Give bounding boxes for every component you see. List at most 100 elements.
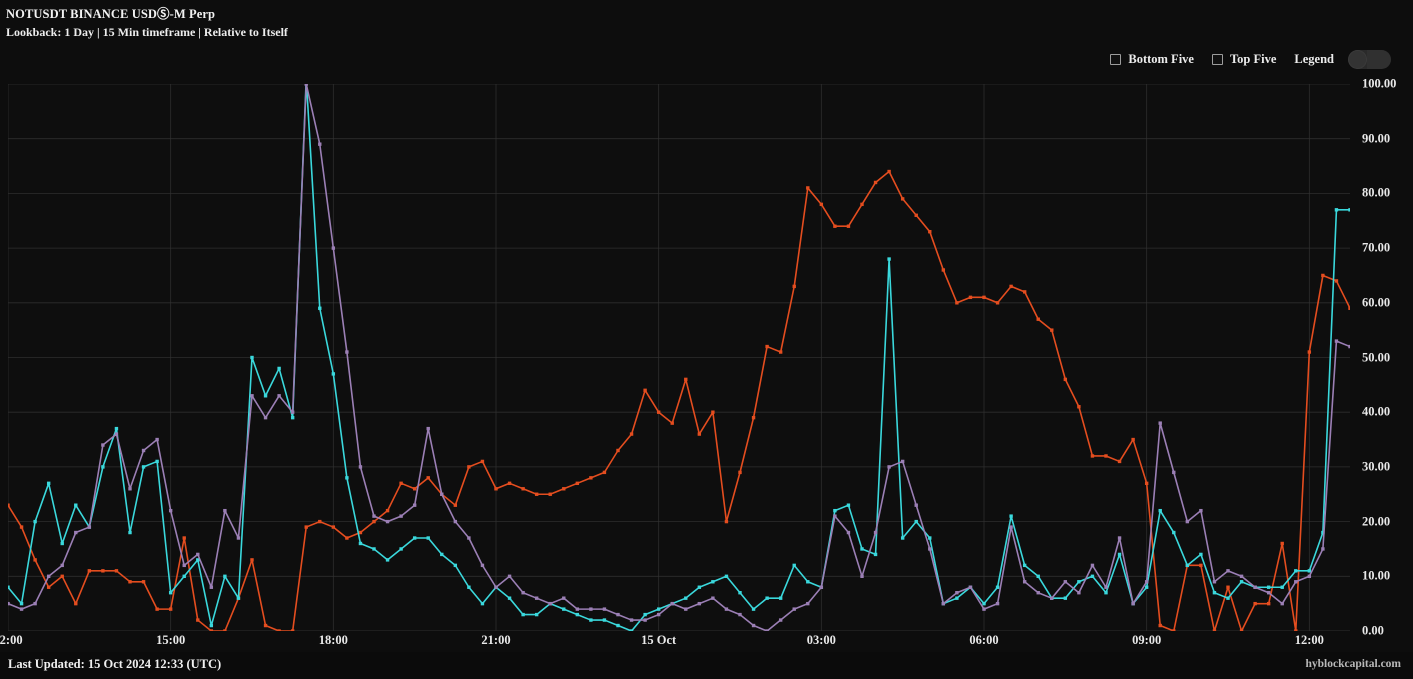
data-point (995, 301, 1000, 305)
data-point (1266, 601, 1271, 606)
data-point (168, 508, 173, 513)
data-point (412, 503, 417, 507)
x-tick-label: 12:00 (1294, 633, 1324, 647)
data-point (74, 503, 78, 507)
data-point (860, 547, 864, 551)
toggle-knob (1348, 49, 1367, 69)
data-point (290, 415, 295, 420)
data-point (277, 366, 281, 371)
data-point (1185, 563, 1190, 568)
data-point (602, 607, 607, 611)
data-point (1199, 552, 1203, 557)
data-point (602, 618, 607, 622)
data-point (453, 519, 458, 524)
top-five-control[interactable]: Top Five (1211, 52, 1276, 67)
data-point (1117, 552, 1122, 557)
data-point (1158, 508, 1162, 513)
data-point (1226, 585, 1230, 589)
top-five-checkbox[interactable] (1211, 53, 1223, 65)
data-point (860, 202, 864, 207)
data-point (412, 536, 417, 540)
data-point (33, 558, 37, 562)
data-point (887, 169, 891, 174)
data-point (168, 607, 173, 611)
data-point (534, 596, 539, 600)
data-point (562, 487, 566, 491)
data-point (616, 448, 620, 453)
data-point (467, 585, 471, 589)
y-tick-label: 30.00 (1362, 459, 1391, 474)
data-point (209, 629, 214, 631)
data-point (358, 530, 363, 535)
data-point (223, 574, 227, 578)
data-point (684, 377, 688, 382)
data-point (873, 552, 878, 557)
data-point (209, 585, 214, 589)
page-title: NOTUSDT BINANCE USDⓈ-M Perp (6, 7, 216, 21)
data-point (928, 547, 932, 551)
data-point (656, 612, 661, 617)
data-point (74, 530, 78, 535)
data-point (155, 437, 159, 442)
plot-area[interactable] (8, 84, 1350, 631)
data-point (1063, 596, 1068, 600)
data-point (521, 487, 525, 491)
data-point (290, 410, 295, 414)
data-point (141, 465, 146, 469)
data-point (101, 443, 105, 447)
data-point (575, 607, 580, 611)
legend-toggle[interactable] (1348, 49, 1391, 69)
data-point (304, 84, 308, 86)
data-point (1077, 591, 1081, 595)
data-point (1294, 629, 1298, 631)
data-point (670, 601, 674, 606)
data-point (440, 552, 444, 557)
data-point (616, 612, 620, 617)
data-point (1131, 437, 1135, 442)
data-point (114, 569, 119, 573)
data-point (426, 476, 430, 480)
chart-header: NOTUSDT BINANCE USDⓈ-M Perp Lookback: 1 … (0, 0, 1413, 84)
y-tick-label: 80.00 (1362, 185, 1391, 200)
y-tick-label: 70.00 (1362, 240, 1391, 255)
data-point (914, 503, 918, 507)
data-point (155, 459, 159, 464)
data-point (114, 426, 119, 431)
data-point (697, 432, 702, 436)
data-point (982, 601, 986, 606)
data-point (1117, 459, 1122, 464)
data-point (46, 585, 51, 589)
data-point (372, 519, 376, 524)
data-point (534, 612, 539, 617)
data-point (819, 585, 824, 589)
data-point (318, 306, 322, 310)
data-point (412, 487, 417, 491)
x-tick-label: 15 Oct (641, 633, 677, 647)
data-point (955, 301, 959, 305)
line-chart (8, 84, 1350, 631)
data-point (792, 563, 796, 568)
data-point (182, 536, 186, 540)
data-point (629, 629, 634, 631)
data-point (1077, 580, 1081, 584)
data-point (1239, 574, 1244, 578)
data-point (1158, 623, 1162, 628)
data-point (182, 563, 186, 568)
data-point (1063, 377, 1068, 382)
data-point (87, 525, 92, 529)
bottom-five-control[interactable]: Bottom Five (1110, 52, 1194, 67)
data-point (724, 607, 729, 611)
data-point (250, 394, 254, 398)
data-point (575, 481, 580, 486)
data-point (209, 623, 214, 628)
data-point (765, 596, 769, 600)
x-tick-label: 09:00 (1132, 633, 1162, 647)
data-point (1212, 580, 1217, 584)
x-tick-label: 21:00 (481, 633, 511, 647)
x-tick-label: 15:00 (156, 633, 186, 647)
data-point (928, 229, 932, 234)
data-point (467, 465, 471, 469)
data-point (1334, 339, 1339, 343)
bottom-five-checkbox[interactable] (1110, 53, 1122, 65)
toggle-track (1367, 49, 1391, 69)
